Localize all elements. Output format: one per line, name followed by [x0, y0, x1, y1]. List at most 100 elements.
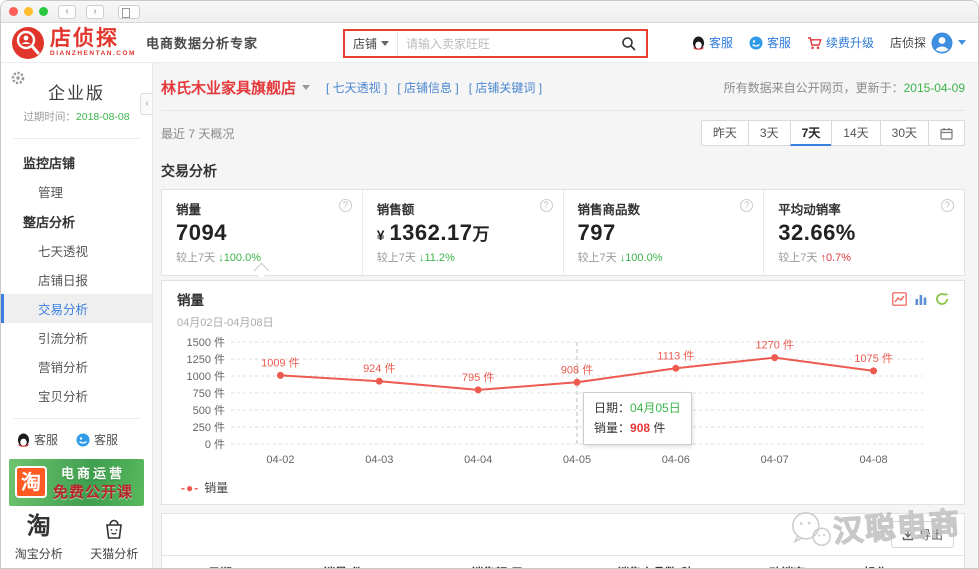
main-content: 林氏木业家具旗舰店 [ 七天透视 ] [ 店铺信息 ] [ 店铺关键词 ] 所有… — [153, 63, 978, 569]
browser-tab-overview-button[interactable] — [118, 5, 140, 19]
ad-line1: 电商运营 — [61, 463, 125, 482]
tool-grid: 淘 淘宝分析 天猫分析 无线分析 — [1, 513, 152, 569]
sidebar-collapse-button[interactable]: ‹ — [140, 93, 153, 115]
kpi-card-sales-volume[interactable]: 销量 ? 7094 较上7天 ↓100.0% — [162, 190, 363, 275]
svg-text:04-04: 04-04 — [464, 454, 492, 466]
wangwang-icon — [76, 433, 90, 447]
bar-chart-icon[interactable] — [914, 292, 928, 306]
svg-text:250 件: 250 件 — [193, 421, 225, 434]
range-yesterday-button[interactable]: 昨天 — [701, 120, 749, 146]
link-seven-day[interactable]: [ 七天透视 ] — [326, 79, 387, 96]
account-menu[interactable]: 店侦探 — [890, 32, 966, 54]
kpi-card-products-sold[interactable]: 销售商品数 ? 797 较上7天 ↓100.0% — [564, 190, 765, 275]
sidebar-wangwang-service-link[interactable]: 客服 — [76, 431, 118, 448]
close-window-button[interactable] — [9, 7, 18, 16]
renew-upgrade-link[interactable]: 续费升级 — [807, 34, 874, 51]
svg-text:04-03: 04-03 — [365, 454, 393, 466]
help-icon[interactable]: ? — [540, 199, 553, 212]
search-icon — [621, 36, 637, 52]
qq-service-link[interactable]: 客服 — [692, 34, 733, 51]
chevron-down-icon — [958, 40, 966, 45]
calendar-icon — [940, 127, 953, 140]
chart-date-range: 04月02日-04月08日 — [177, 314, 949, 330]
col-action: 操作 — [858, 556, 964, 569]
maximize-window-button[interactable] — [39, 7, 48, 16]
wangwang-service-link[interactable]: 客服 — [749, 34, 791, 51]
kpi-card-avg-turnover-rate[interactable]: 平均动销率 ? 32.66% 较上7天 ↑0.7% — [764, 190, 964, 275]
shop-bar: 林氏木业家具旗舰店 [ 七天透视 ] [ 店铺信息 ] [ 店铺关键词 ] 所有… — [161, 63, 965, 111]
tool-tmall-analysis[interactable]: 天猫分析 — [77, 513, 153, 562]
svg-text:908 件: 908 件 — [561, 363, 593, 376]
shop-name-dropdown[interactable]: 林氏木业家具旗舰店 — [161, 77, 310, 98]
help-icon[interactable]: ? — [740, 199, 753, 212]
sales-chart-panel: 销量 — [161, 280, 965, 505]
download-icon — [902, 529, 914, 541]
range-7day-button[interactable]: 7天 — [790, 120, 833, 146]
svg-text:1000 件: 1000 件 — [186, 370, 225, 383]
svg-text:04-07: 04-07 — [761, 454, 789, 466]
sidebar-item-manage[interactable]: 管理 — [1, 177, 152, 206]
custom-date-button[interactable] — [928, 120, 965, 146]
group-title-monitor-shops: 监控店铺 — [1, 147, 152, 177]
svg-text:795 件: 795 件 — [462, 371, 494, 384]
chevron-down-icon — [381, 41, 389, 46]
col-sales: 销量(件) — [317, 556, 465, 569]
help-icon[interactable]: ? — [339, 199, 352, 212]
col-products: 销售商品数(种) — [611, 556, 763, 569]
sidebar-item-marketing-analysis[interactable]: 营销分析 — [1, 352, 152, 381]
col-rate: 动销率 — [763, 556, 858, 569]
svg-text:750 件: 750 件 — [193, 387, 225, 400]
header-nav: 客服 客服 续费升级 店侦探 — [692, 23, 966, 62]
range-3day-button[interactable]: 3天 — [748, 120, 791, 146]
tmall-bag-icon — [101, 513, 127, 541]
browser-forward-button[interactable]: › — [86, 5, 104, 19]
qq-penguin-icon — [692, 36, 705, 50]
course-ad-banner[interactable]: 淘 电商运营 免费公开课 — [9, 459, 144, 506]
logo-domain: DIANZHENTAN.COM — [50, 51, 136, 58]
sidebar-item-trade-analysis[interactable]: 交易分析 — [1, 294, 152, 323]
kpi-card-sales-amount[interactable]: 销售额 ? ¥ 1362.17万 较上7天 ↓11.2% — [363, 190, 564, 275]
minimize-window-button[interactable] — [24, 7, 33, 16]
search-category-dropdown[interactable]: 店铺 — [345, 31, 398, 56]
search-input[interactable] — [398, 37, 612, 51]
range-14day-button[interactable]: 14天 — [831, 120, 880, 146]
divider — [13, 138, 140, 139]
avatar — [931, 32, 953, 54]
browser-back-button[interactable]: ‹ — [58, 5, 76, 19]
tool-taobao-analysis[interactable]: 淘 淘宝分析 — [1, 513, 77, 562]
export-button[interactable]: 导出 — [891, 521, 954, 548]
col-date: 日期 — [202, 556, 317, 569]
divider — [13, 418, 140, 419]
sidebar-qq-service-link[interactable]: 客服 — [17, 431, 58, 448]
svg-text:04-02: 04-02 — [266, 454, 294, 466]
date-range-group: 昨天 3天 7天 14天 30天 — [701, 120, 965, 146]
svg-text:500 件: 500 件 — [193, 404, 225, 417]
link-shop-info[interactable]: [ 店铺信息 ] — [397, 79, 458, 96]
settings-gear-icon[interactable] — [11, 71, 25, 88]
selected-card-caret — [254, 263, 270, 279]
svg-text:04-05: 04-05 — [563, 454, 591, 466]
sidebar-item-traffic-analysis[interactable]: 引流分析 — [1, 323, 152, 352]
sidebar-item-seven-day[interactable]: 七天透视 — [1, 236, 152, 265]
refresh-icon[interactable] — [935, 292, 949, 306]
update-note: 所有数据来自公开网页，更新于：2015-04-09 — [724, 79, 965, 96]
help-icon[interactable]: ? — [941, 199, 954, 212]
wangwang-icon — [749, 36, 763, 50]
range-30day-button[interactable]: 30天 — [880, 120, 929, 146]
line-chart-icon[interactable] — [892, 292, 907, 306]
sidebar-item-item-analysis[interactable]: 宝贝分析 — [1, 381, 152, 410]
app-logo[interactable]: 店侦探 DIANZHENTAN.COM — [11, 26, 136, 60]
link-shop-keywords[interactable]: [ 店铺关键词 ] — [469, 79, 542, 96]
overview-title: 最近 7 天概况 — [161, 125, 234, 142]
svg-text:1009 件: 1009 件 — [261, 356, 300, 369]
ad-line2: 免费公开课 — [53, 481, 133, 502]
browser-window: ‹ › 店侦探 DIANZHENTAN.COM 电商数据分析专家 店铺 — [0, 0, 979, 569]
search-button[interactable] — [612, 31, 646, 56]
svg-text:1500 件: 1500 件 — [186, 336, 225, 349]
svg-text:04-08: 04-08 — [860, 454, 888, 466]
sales-data-table: 日期 销量(件) 销售额(元) 销售商品数(种) 动销率 操作 1. 2015-… — [162, 555, 964, 569]
chart-title: 销量 — [177, 289, 204, 309]
chart-legend: -●- 销量 — [177, 477, 949, 500]
section-title: 交易分析 — [161, 155, 965, 189]
sidebar-item-daily-report[interactable]: 店铺日报 — [1, 265, 152, 294]
